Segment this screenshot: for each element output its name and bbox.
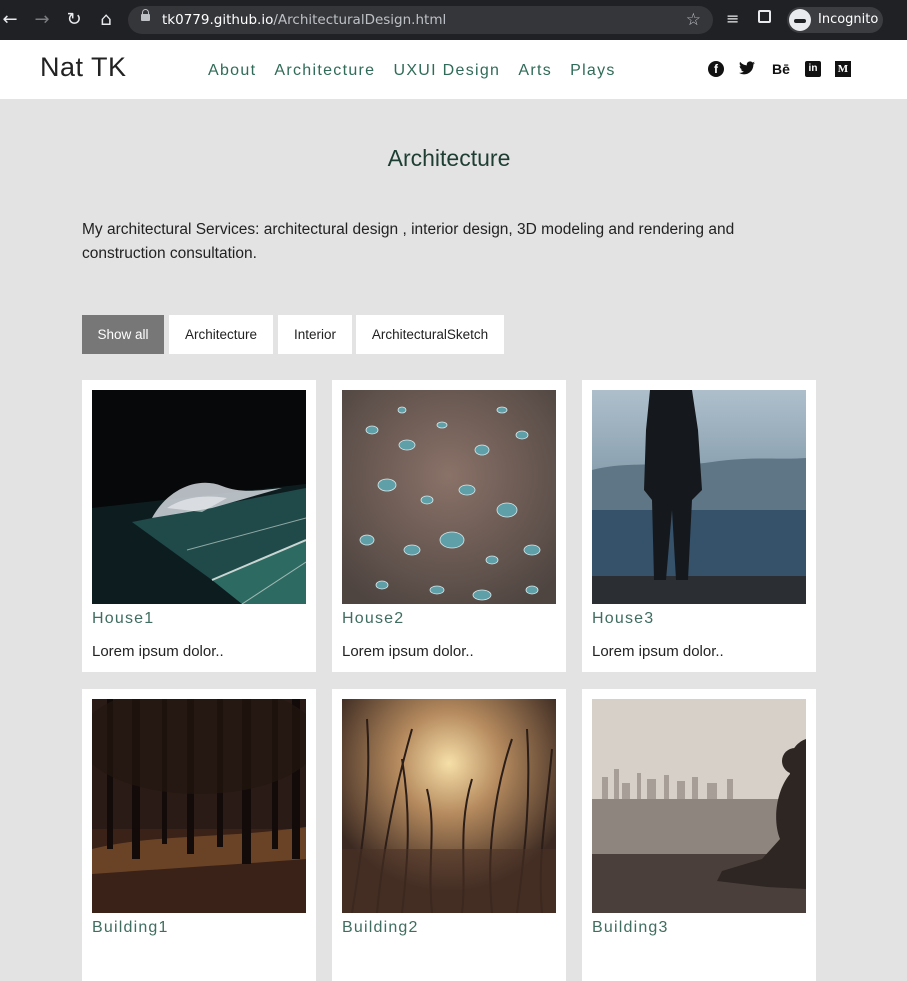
nav-arts[interactable]: Arts xyxy=(518,62,552,79)
url-path: /ArchitecturalDesign.html xyxy=(273,12,447,28)
portfolio-card[interactable]: Building1 xyxy=(82,689,316,981)
address-bar[interactable]: tk0779.github.io/ArchitecturalDesign.htm… xyxy=(128,6,713,34)
back-arrow-icon[interactable]: ← xyxy=(0,10,20,30)
incognito-icon xyxy=(789,9,811,31)
card-description: Lorem ipsum dolor.. xyxy=(342,643,474,660)
reading-list-icon[interactable]: ≡ xyxy=(726,9,739,28)
incognito-label: Incognito xyxy=(818,12,879,27)
filter-show-all-button[interactable]: Show all xyxy=(82,315,164,354)
site-logo[interactable]: Nat TK xyxy=(40,52,127,83)
forward-arrow-icon[interactable]: → xyxy=(32,10,52,30)
url-host: tk0779.github.io xyxy=(162,12,274,28)
card-image-pool[interactable] xyxy=(92,390,306,604)
url-text[interactable]: tk0779.github.io/ArchitecturalDesign.htm… xyxy=(162,12,446,28)
page-title: Architecture xyxy=(387,145,511,171)
card-title: Building1 xyxy=(92,919,169,936)
card-image-grass-sunset[interactable] xyxy=(342,699,556,913)
reload-icon[interactable]: ↻ xyxy=(64,10,84,30)
filter-architecture-button[interactable]: Architecture xyxy=(169,315,273,354)
card-image-lake-figure[interactable] xyxy=(592,390,806,604)
portfolio-card[interactable]: House2 Lorem ipsum dolor.. xyxy=(332,380,566,672)
filter-architectural-sketch-button[interactable]: ArchitecturalSketch xyxy=(356,315,504,354)
card-title: Building2 xyxy=(342,919,419,936)
main-nav: About Architecture UXUI Design Arts Play… xyxy=(208,60,629,80)
nav-about[interactable]: About xyxy=(208,62,256,79)
nav-uxui-design[interactable]: UXUI Design xyxy=(393,62,500,79)
home-icon[interactable]: ⌂ xyxy=(96,10,116,30)
card-image-droplets[interactable] xyxy=(342,390,556,604)
card-title: Building3 xyxy=(592,919,669,936)
portfolio-card[interactable]: House3 Lorem ipsum dolor.. xyxy=(582,380,816,672)
bookmark-star-icon[interactable]: ☆ xyxy=(686,10,701,30)
nav-architecture[interactable]: Architecture xyxy=(274,62,375,79)
lock-icon[interactable] xyxy=(141,9,150,21)
side-panel-icon[interactable] xyxy=(758,10,771,23)
services-intro: My architectural Services: architectural… xyxy=(82,221,735,262)
medium-icon[interactable]: M xyxy=(835,61,851,77)
behance-icon[interactable]: Bē xyxy=(772,61,792,77)
card-description: Lorem ipsum dolor.. xyxy=(92,643,224,660)
site-header: Nat TK About Architecture UXUI Design Ar… xyxy=(0,40,907,99)
card-title: House1 xyxy=(92,610,155,627)
linkedin-icon[interactable]: in xyxy=(805,61,821,77)
card-title: House2 xyxy=(342,610,405,627)
twitter-icon[interactable] xyxy=(739,61,755,77)
browser-toolbar: ← → ↻ ⌂ tk0779.github.io/ArchitecturalDe… xyxy=(0,0,907,40)
card-image-forest[interactable] xyxy=(92,699,306,913)
card-title: House3 xyxy=(592,610,655,627)
card-description: Lorem ipsum dolor.. xyxy=(592,643,724,660)
filter-interior-button[interactable]: Interior xyxy=(278,315,352,354)
nav-plays[interactable]: Plays xyxy=(570,62,616,79)
card-image-city-shore[interactable] xyxy=(592,699,806,913)
portfolio-card[interactable]: Building2 xyxy=(332,689,566,981)
portfolio-card[interactable]: Building3 xyxy=(582,689,816,981)
incognito-profile-button[interactable]: Incognito xyxy=(787,7,883,33)
facebook-icon[interactable]: f xyxy=(708,61,724,77)
portfolio-card[interactable]: House1 Lorem ipsum dolor.. xyxy=(82,380,316,672)
